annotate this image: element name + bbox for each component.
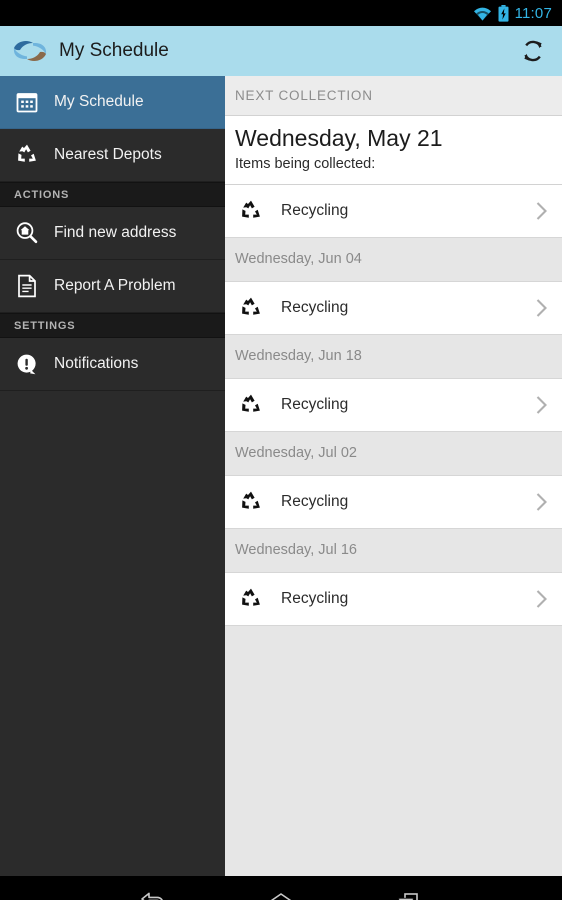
sidebar-item-label: Notifications — [54, 355, 139, 372]
recycling-icon — [239, 296, 263, 320]
sidebar-item-notifications[interactable]: Notifications — [0, 338, 225, 391]
alert-bubble-icon — [14, 351, 40, 377]
sidebar-item-label: My Schedule — [54, 93, 144, 110]
status-clock: 11:07 — [514, 4, 552, 22]
sidebar-section-settings: SETTINGS — [0, 313, 225, 338]
calendar-icon — [14, 89, 40, 115]
sidebar: My Schedule Nearest Depots ACTIONS Find … — [0, 76, 225, 876]
status-bar: 11:07 — [0, 0, 562, 26]
action-bar: My Schedule — [0, 26, 562, 76]
chevron-right-icon — [530, 394, 552, 416]
recycling-icon — [239, 490, 263, 514]
sidebar-item-my-schedule[interactable]: My Schedule — [0, 76, 225, 129]
date-header: Wednesday, Jun 04 — [225, 237, 562, 282]
sidebar-item-nearest-depots[interactable]: Nearest Depots — [0, 129, 225, 182]
next-collection-card: Wednesday, May 21 Items being collected: — [225, 116, 562, 185]
sidebar-section-actions: ACTIONS — [0, 182, 225, 207]
list-item[interactable]: Recycling — [225, 475, 562, 529]
search-home-icon — [14, 220, 40, 246]
list-item[interactable]: Recycling — [225, 281, 562, 335]
list-item[interactable]: Recycling — [225, 184, 562, 238]
sidebar-item-report-a-problem[interactable]: Report A Problem — [0, 260, 225, 313]
chevron-right-icon — [530, 588, 552, 610]
home-icon[interactable] — [259, 884, 303, 900]
list-item-label: Recycling — [281, 395, 349, 413]
sidebar-item-label: Report A Problem — [54, 277, 176, 294]
app-title: My Schedule — [59, 40, 169, 61]
recycling-icon — [239, 199, 263, 223]
next-collection-header: NEXT COLLECTION — [225, 76, 562, 116]
schedule-list: NEXT COLLECTION Wednesday, May 21 Items … — [225, 76, 562, 876]
chevron-right-icon — [530, 200, 552, 222]
app-logo-icon — [10, 36, 50, 66]
next-collection-date: Wednesday, May 21 — [235, 125, 443, 151]
sidebar-item-label: Find new address — [54, 224, 177, 241]
recents-icon[interactable] — [387, 884, 431, 900]
date-header: Wednesday, Jul 16 — [225, 528, 562, 573]
list-item-label: Recycling — [281, 298, 349, 316]
date-header: Wednesday, Jul 02 — [225, 431, 562, 476]
wifi-icon — [473, 6, 492, 21]
refresh-icon[interactable] — [516, 34, 550, 68]
recycling-icon — [239, 587, 263, 611]
document-icon — [14, 273, 40, 299]
android-nav-bar — [0, 876, 562, 900]
list-item-label: Recycling — [281, 589, 349, 607]
sidebar-item-label: Nearest Depots — [54, 146, 162, 163]
battery-charging-icon — [498, 4, 509, 22]
chevron-right-icon — [530, 491, 552, 513]
list-item-label: Recycling — [281, 492, 349, 510]
list-item[interactable]: Recycling — [225, 572, 562, 626]
list-item-label: Recycling — [281, 201, 349, 219]
body: My Schedule Nearest Depots ACTIONS Find … — [0, 76, 562, 876]
list-item[interactable]: Recycling — [225, 378, 562, 432]
chevron-right-icon — [530, 297, 552, 319]
sidebar-item-find-new-address[interactable]: Find new address — [0, 207, 225, 260]
recycling-icon — [14, 142, 40, 168]
date-header: Wednesday, Jun 18 — [225, 334, 562, 379]
back-icon[interactable] — [131, 884, 175, 900]
app-root: 11:07 My Schedule My Schedule Nearest De… — [0, 0, 562, 900]
next-collection-subtitle: Items being collected: — [235, 155, 376, 172]
recycling-icon — [239, 393, 263, 417]
